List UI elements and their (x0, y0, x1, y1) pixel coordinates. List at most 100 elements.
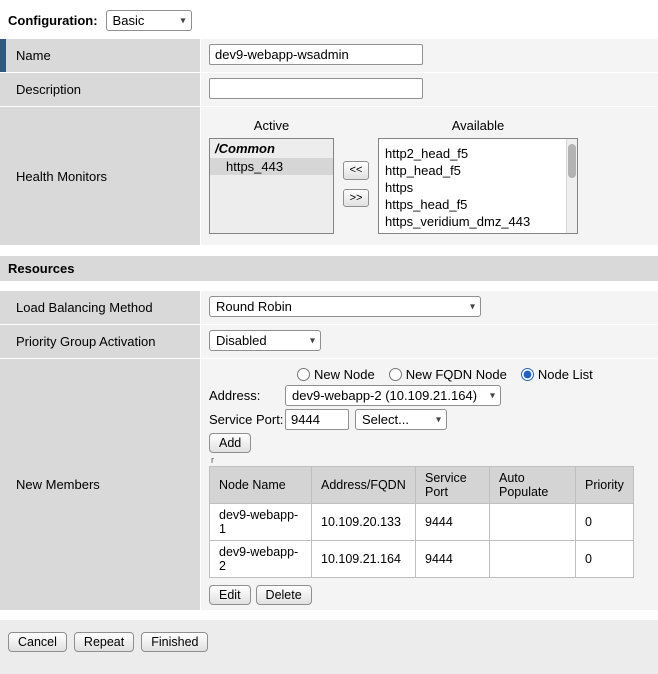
node-list-radio[interactable] (521, 368, 534, 381)
address-line: Address: dev9-webapp-2 (10.109.21.164) (209, 385, 650, 406)
available-monitor-item[interactable]: https_head_f5 (379, 196, 565, 213)
cell-address: 10.109.20.133 (312, 504, 416, 541)
available-monitors-listbox[interactable]: http2_head_f5 http_head_f5 https https_h… (378, 138, 578, 234)
delete-button[interactable]: Delete (256, 585, 312, 605)
move-buttons: << >> (343, 114, 369, 234)
load-balancing-content-cell: Round Robin (200, 291, 658, 325)
address-select[interactable]: dev9-webapp-2 (10.109.21.164) (285, 385, 501, 406)
priority-group-select-wrap: Disabled (209, 330, 321, 351)
add-button[interactable]: Add (209, 433, 251, 453)
repeat-button[interactable]: Repeat (74, 632, 134, 652)
members-table: Node Name Address/FQDN Service Port Auto… (209, 466, 634, 578)
active-column: Active /Common https_443 (209, 114, 334, 234)
radio-new-node[interactable]: New Node (297, 367, 375, 382)
available-monitor-item[interactable]: https_veridium_dmz_443 (379, 213, 565, 230)
move-to-active-button[interactable]: << (343, 161, 369, 179)
col-header-address: Address/FQDN (312, 467, 416, 504)
description-input[interactable] (209, 78, 423, 99)
health-monitors-label: Health Monitors (16, 169, 107, 184)
available-monitor-item[interactable]: https (379, 179, 565, 196)
new-fqdn-node-radio[interactable] (389, 368, 402, 381)
radio-new-fqdn-node[interactable]: New FQDN Node (389, 367, 507, 382)
required-indicator (0, 39, 6, 72)
new-members-label-cell: New Members (0, 359, 200, 611)
name-content-cell (200, 39, 658, 73)
resources-table: Load Balancing Method Round Robin Priori… (0, 291, 658, 611)
address-label: Address: (209, 388, 285, 403)
description-label-cell: Description (0, 73, 200, 107)
node-type-radio-row: New Node New FQDN Node Node List (209, 367, 650, 382)
new-node-radio[interactable] (297, 368, 310, 381)
available-list-scrollbar[interactable] (566, 139, 577, 233)
service-port-label: Service Port: (209, 412, 285, 427)
name-label: Name (16, 48, 51, 63)
finished-button[interactable]: Finished (141, 632, 208, 652)
health-monitors-row: Health Monitors Active /Common https_443… (0, 107, 658, 246)
new-members-content-cell: New Node New FQDN Node Node List Address… (200, 359, 658, 611)
stray-text: r (211, 456, 650, 464)
load-balancing-select-wrap: Round Robin (209, 296, 481, 317)
description-content-cell (200, 73, 658, 107)
name-label-cell: Name (0, 39, 200, 73)
configuration-select-wrap: Basic (106, 10, 192, 31)
radio-node-list[interactable]: Node List (521, 367, 593, 382)
add-button-line: Add (209, 433, 650, 453)
scrollbar-thumb[interactable] (568, 144, 576, 178)
configuration-select[interactable]: Basic (106, 10, 192, 31)
cell-priority: 0 (576, 541, 634, 578)
general-properties-table: Name Description Health Monitors Active … (0, 39, 658, 246)
load-balancing-select[interactable]: Round Robin (209, 296, 481, 317)
cell-address: 10.109.21.164 (312, 541, 416, 578)
cancel-button[interactable]: Cancel (8, 632, 67, 652)
new-node-radio-label: New Node (314, 367, 375, 382)
description-label: Description (16, 82, 81, 97)
cell-auto-populate (490, 541, 576, 578)
address-select-wrap: dev9-webapp-2 (10.109.21.164) (285, 385, 501, 406)
cell-priority: 0 (576, 504, 634, 541)
load-balancing-row: Load Balancing Method Round Robin (0, 291, 658, 325)
active-title: Active (209, 114, 334, 138)
active-monitors-listbox[interactable]: /Common https_443 (209, 138, 334, 234)
move-to-available-button[interactable]: >> (343, 189, 369, 207)
available-column: Available http2_head_f5 http_head_f5 htt… (378, 114, 578, 234)
table-row[interactable]: dev9-webapp-1 10.109.20.133 9444 0 (210, 504, 634, 541)
table-row[interactable]: dev9-webapp-2 10.109.21.164 9444 0 (210, 541, 634, 578)
col-header-service-port: Service Port (416, 467, 490, 504)
priority-group-select[interactable]: Disabled (209, 330, 321, 351)
description-row: Description (0, 73, 658, 107)
active-partition-label: /Common (210, 139, 333, 158)
configuration-label: Configuration: (8, 13, 98, 28)
cell-auto-populate (490, 504, 576, 541)
members-header-row: Node Name Address/FQDN Service Port Auto… (210, 467, 634, 504)
port-select-wrap: Select... (355, 409, 447, 430)
cell-node-name: dev9-webapp-2 (210, 541, 312, 578)
priority-group-row: Priority Group Activation Disabled (0, 325, 658, 359)
name-input[interactable] (209, 44, 423, 65)
new-fqdn-node-radio-label: New FQDN Node (406, 367, 507, 382)
resources-section-header: Resources (0, 256, 658, 281)
footer-bar: Cancel Repeat Finished (0, 620, 658, 674)
configuration-bar: Configuration: Basic (0, 0, 658, 39)
health-monitors-content-cell: Active /Common https_443 << >> Available… (200, 107, 658, 246)
name-row: Name (0, 39, 658, 73)
health-monitors-label-cell: Health Monitors (0, 107, 200, 246)
node-list-radio-label: Node List (538, 367, 593, 382)
health-monitors-dual-list: Active /Common https_443 << >> Available… (209, 112, 650, 240)
port-select[interactable]: Select... (355, 409, 447, 430)
cell-node-name: dev9-webapp-1 (210, 504, 312, 541)
available-title: Available (378, 114, 578, 138)
col-header-node-name: Node Name (210, 467, 312, 504)
service-port-line: Service Port: Select... (209, 409, 650, 430)
available-monitor-item[interactable]: http_head_f5 (379, 162, 565, 179)
cell-service-port: 9444 (416, 541, 490, 578)
available-monitor-item[interactable]: http2_head_f5 (379, 145, 565, 162)
cell-service-port: 9444 (416, 504, 490, 541)
priority-group-label-cell: Priority Group Activation (0, 325, 200, 359)
col-header-auto-populate: Auto Populate (490, 467, 576, 504)
priority-group-content-cell: Disabled (200, 325, 658, 359)
priority-group-label: Priority Group Activation (16, 334, 155, 349)
service-port-input[interactable] (285, 409, 349, 430)
active-monitor-item[interactable]: https_443 (210, 158, 333, 175)
members-actions: Edit Delete (209, 585, 650, 605)
edit-button[interactable]: Edit (209, 585, 251, 605)
